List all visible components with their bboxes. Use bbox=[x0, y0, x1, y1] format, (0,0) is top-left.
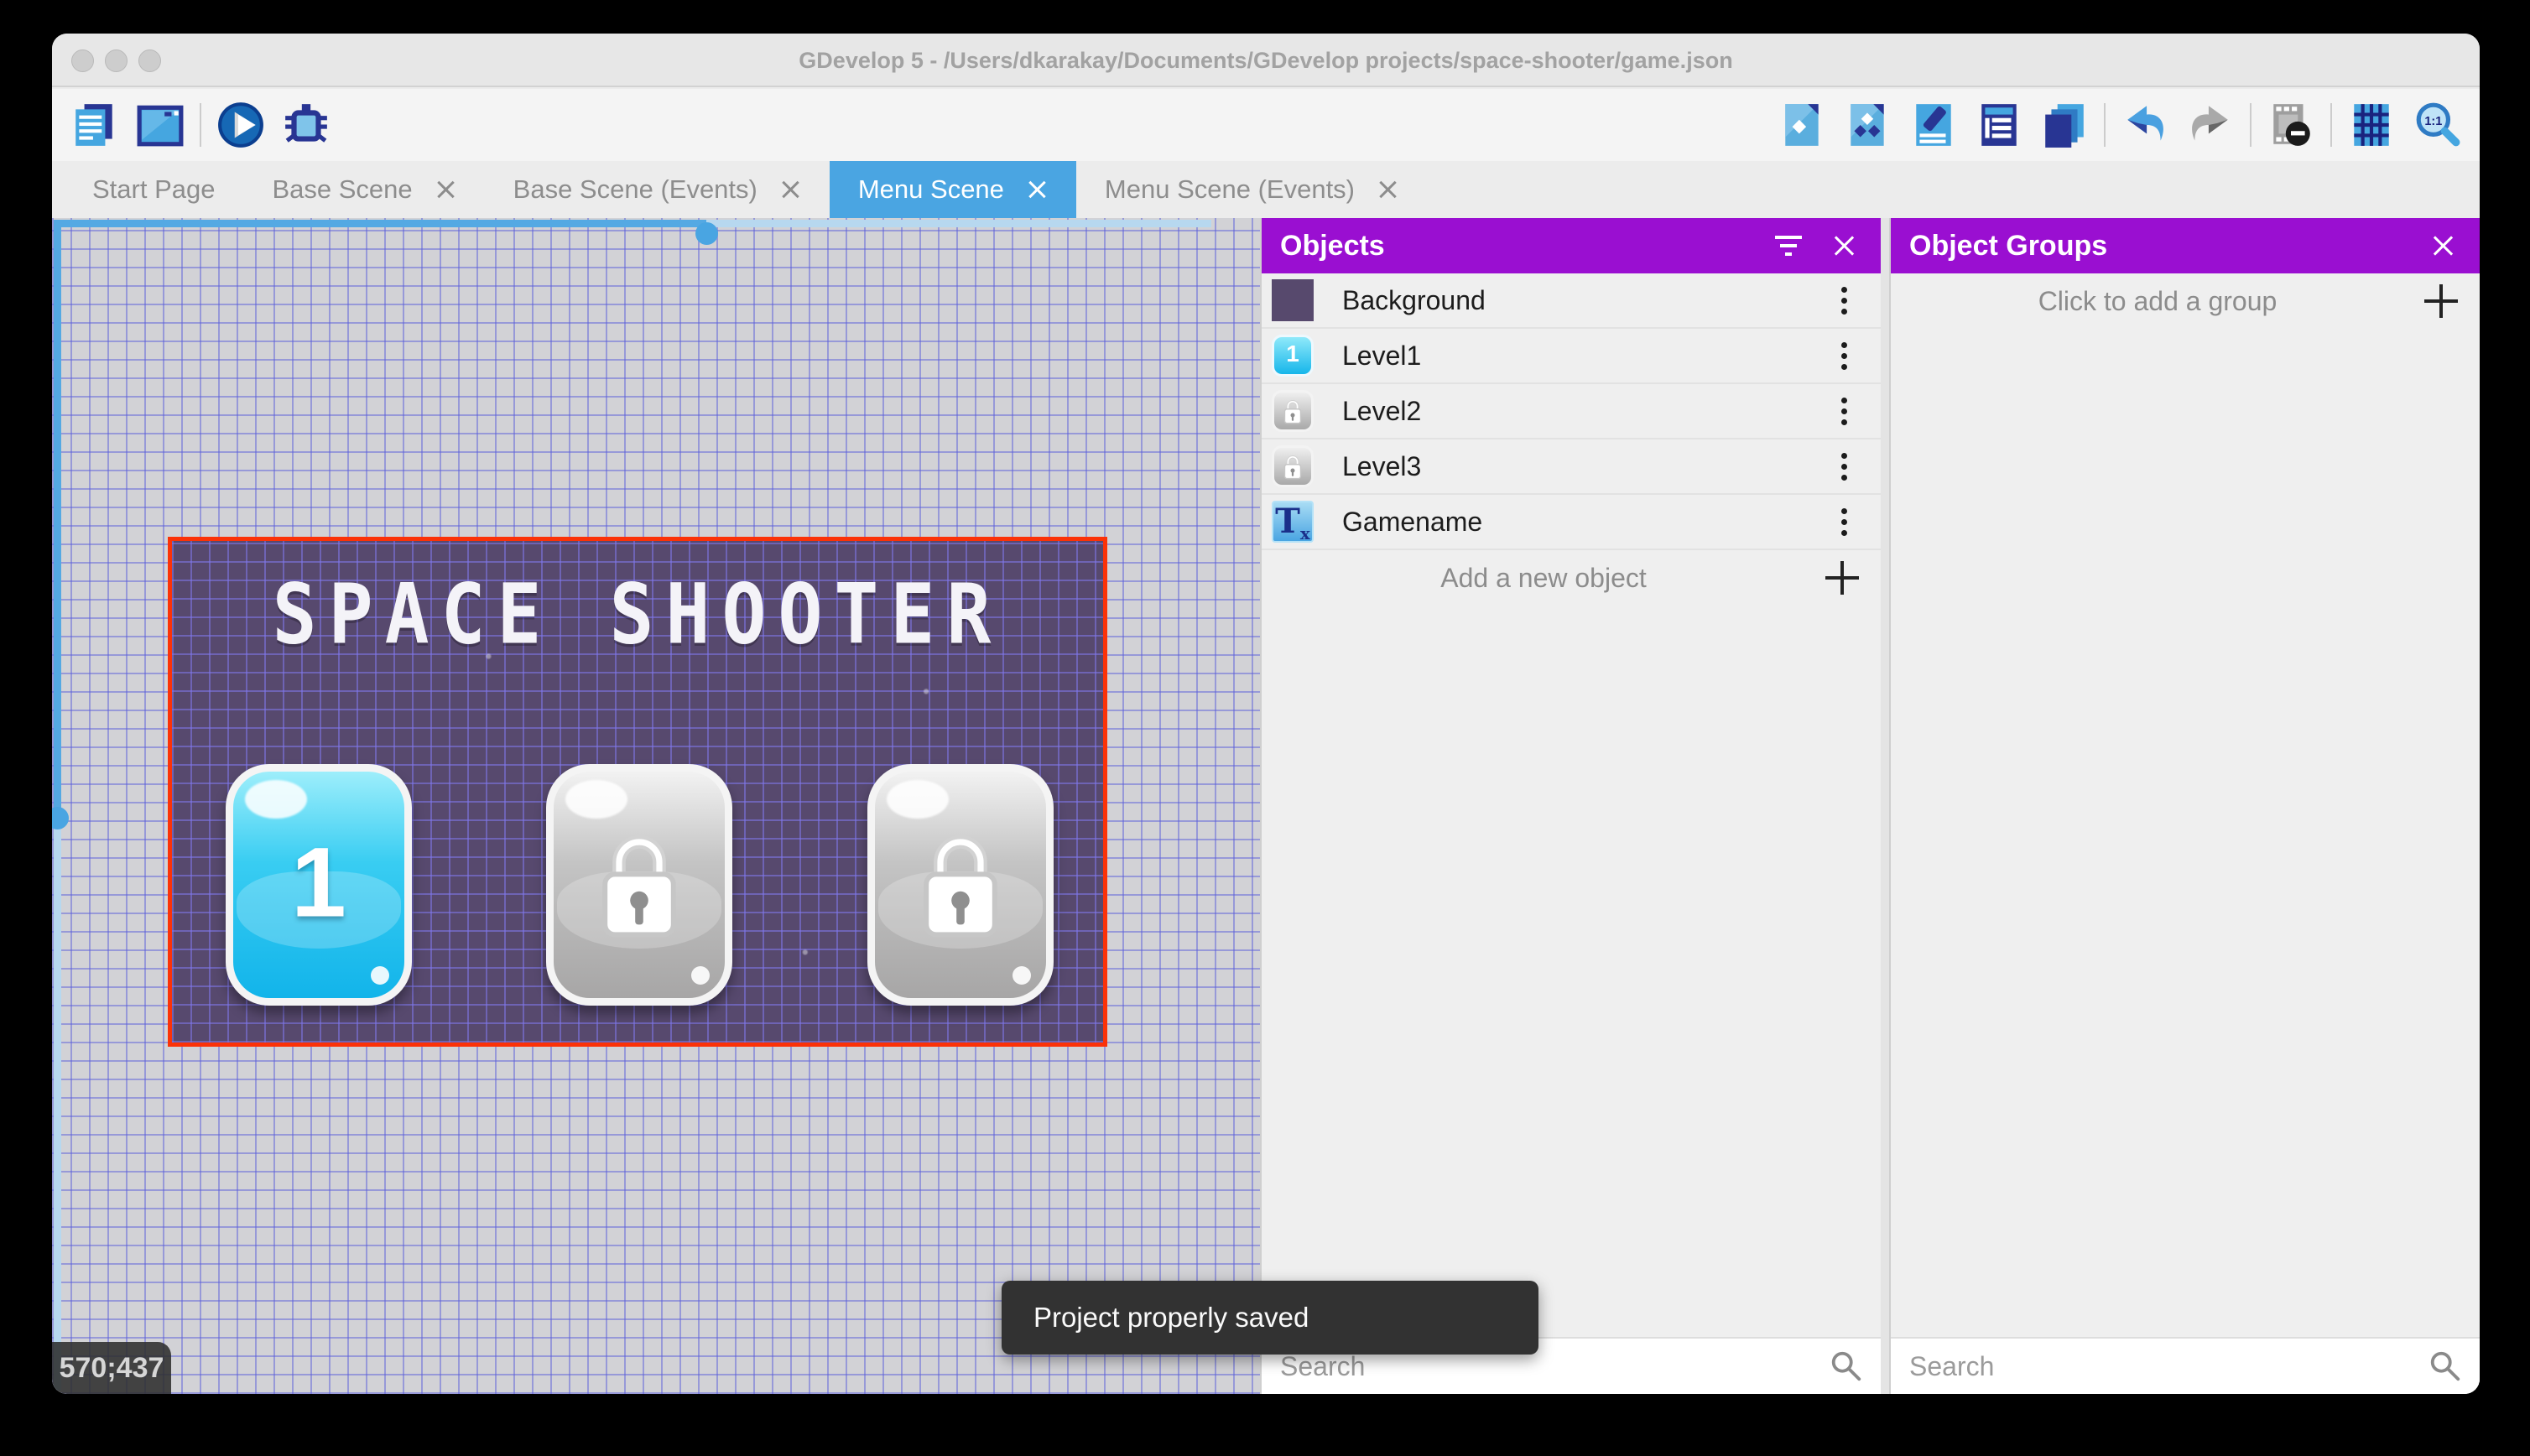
objects-panel: Objects Background 1 Level1 Level2 Level… bbox=[1260, 218, 1881, 1394]
object-row-level2[interactable]: Level2 bbox=[1262, 384, 1881, 439]
button-1-icon: 1 bbox=[1272, 335, 1314, 377]
play-icon[interactable] bbox=[215, 99, 267, 151]
object-row-level3[interactable]: Level3 bbox=[1262, 439, 1881, 495]
canvas-horizontal-scrollbar[interactable] bbox=[54, 220, 1211, 245]
titlebar: GDevelop 5 - /Users/dkarakay/Documents/G… bbox=[52, 34, 2480, 87]
scene-editor-icon[interactable] bbox=[134, 99, 186, 151]
debug-icon[interactable] bbox=[280, 99, 332, 151]
add-group-label: Click to add a group bbox=[2038, 285, 2278, 316]
tab-label: Base Scene bbox=[272, 174, 413, 204]
tab-bar: Start Page Base Scene Base Scene (Events… bbox=[52, 161, 2480, 218]
objects-panel-header: Objects bbox=[1262, 218, 1881, 273]
redo-icon[interactable] bbox=[2184, 99, 2236, 151]
object-name: Level1 bbox=[1342, 340, 1422, 371]
grid-icon[interactable] bbox=[2345, 99, 2397, 151]
search-icon bbox=[1831, 1351, 1861, 1381]
tab-menu-scene[interactable]: Menu Scene bbox=[829, 161, 1076, 218]
level1-number: 1 bbox=[291, 827, 346, 939]
layers-icon[interactable] bbox=[2038, 99, 2090, 151]
hscroll-thumb[interactable] bbox=[695, 222, 718, 245]
tab-close-icon[interactable] bbox=[779, 179, 801, 200]
level1-button-object[interactable]: 1 bbox=[226, 764, 412, 1006]
scene-selection-rect[interactable]: SPACE SHOOTER 1 bbox=[168, 537, 1107, 1047]
object-menu-icon[interactable] bbox=[1827, 450, 1861, 483]
save-toast: Project properly saved bbox=[1002, 1281, 1538, 1355]
scene-canvas[interactable]: SPACE SHOOTER 1 570;437 bbox=[52, 218, 1260, 1394]
tab-base-scene-events[interactable]: Base Scene (Events) bbox=[485, 161, 830, 218]
project-manager-icon[interactable] bbox=[69, 99, 121, 151]
toolbar-separator bbox=[200, 103, 201, 147]
content-area: SPACE SHOOTER 1 570;437 Objects Backgrou… bbox=[52, 218, 2480, 1394]
tab-close-icon[interactable] bbox=[1377, 179, 1398, 200]
add-group-row[interactable]: Click to add a group bbox=[1891, 273, 2480, 329]
cursor-coordinates-badge: 570;437 bbox=[52, 1342, 171, 1394]
object-groups-title: Object Groups bbox=[1909, 229, 2108, 262]
objects-list-icon[interactable] bbox=[1842, 99, 1894, 151]
objects-panel-title: Objects bbox=[1280, 229, 1385, 262]
vscroll-thumb[interactable] bbox=[52, 807, 69, 829]
object-groups-panel: Object Groups Click to add a group bbox=[1889, 218, 2480, 1394]
background-swatch-icon bbox=[1272, 279, 1314, 321]
zoom-one-to-one-icon[interactable]: 1:1 bbox=[2411, 99, 2463, 151]
lock-icon bbox=[589, 819, 690, 945]
objects-panel-close-icon[interactable] bbox=[1825, 227, 1862, 264]
object-name: Gamename bbox=[1342, 506, 1483, 537]
object-menu-icon[interactable] bbox=[1827, 283, 1861, 317]
object-name: Background bbox=[1342, 284, 1486, 315]
filter-icon[interactable] bbox=[1770, 227, 1807, 264]
level2-locked-button-object[interactable] bbox=[546, 764, 732, 1006]
window-title: GDevelop 5 - /Users/dkarakay/Documents/G… bbox=[799, 48, 1733, 73]
object-menu-icon[interactable] bbox=[1827, 505, 1861, 538]
toolbar-separator bbox=[2104, 103, 2106, 147]
main-toolbar: 1:1 bbox=[52, 89, 2480, 161]
tab-label: Menu Scene (Events) bbox=[1104, 174, 1356, 204]
object-name: Level2 bbox=[1342, 395, 1422, 426]
app-window: GDevelop 5 - /Users/dkarakay/Documents/G… bbox=[52, 34, 2480, 1394]
zoom-ratio-label: 1:1 bbox=[2424, 115, 2442, 128]
locked-button-icon bbox=[1272, 445, 1314, 487]
object-groups-close-icon[interactable] bbox=[2424, 227, 2461, 264]
tab-label: Start Page bbox=[92, 174, 216, 204]
tab-label: Menu Scene bbox=[857, 174, 1004, 204]
tab-close-icon[interactable] bbox=[435, 179, 456, 200]
edit-scene-properties-icon[interactable] bbox=[1908, 99, 1960, 151]
object-menu-icon[interactable] bbox=[1827, 394, 1861, 428]
add-object-plus-icon[interactable] bbox=[1825, 561, 1859, 595]
object-name: Level3 bbox=[1342, 450, 1422, 481]
tab-close-icon[interactable] bbox=[1026, 179, 1048, 200]
search-icon bbox=[2430, 1351, 2460, 1381]
toolbar-separator bbox=[2250, 103, 2251, 147]
add-new-object-label: Add a new object bbox=[1440, 562, 1647, 593]
object-groups-header: Object Groups bbox=[1891, 218, 2480, 273]
objects-search-input[interactable] bbox=[1262, 1350, 1829, 1382]
lock-icon bbox=[910, 819, 1011, 945]
instances-list-icon[interactable] bbox=[1973, 99, 2025, 151]
object-row-background[interactable]: Background bbox=[1262, 273, 1881, 329]
text-object-icon: Tx bbox=[1272, 501, 1314, 543]
object-row-level1[interactable]: 1 Level1 bbox=[1262, 329, 1881, 384]
add-new-object-row[interactable]: Add a new object bbox=[1262, 550, 1881, 606]
object-row-gamename[interactable]: Tx Gamename bbox=[1262, 495, 1881, 550]
groups-search-bar bbox=[1891, 1337, 2480, 1394]
groups-search-input[interactable] bbox=[1891, 1350, 2428, 1382]
add-group-plus-icon[interactable] bbox=[2424, 284, 2458, 318]
tab-start-page[interactable]: Start Page bbox=[64, 161, 243, 218]
tab-label: Base Scene (Events) bbox=[513, 174, 757, 204]
locked-button-icon bbox=[1272, 390, 1314, 432]
tab-menu-scene-events[interactable]: Menu Scene (Events) bbox=[1076, 161, 1427, 218]
object-menu-icon[interactable] bbox=[1827, 339, 1861, 372]
level3-locked-button-object[interactable] bbox=[867, 764, 1054, 1006]
scene-title-text-object[interactable]: SPACE SHOOTER bbox=[172, 566, 1103, 663]
tab-base-scene[interactable]: Base Scene bbox=[243, 161, 484, 218]
render-mask-icon[interactable] bbox=[2265, 99, 2317, 151]
export-project-icon[interactable] bbox=[1777, 99, 1829, 151]
canvas-vertical-scrollbar[interactable] bbox=[52, 220, 69, 1391]
undo-icon[interactable] bbox=[2119, 99, 2171, 151]
toolbar-separator bbox=[2330, 103, 2332, 147]
